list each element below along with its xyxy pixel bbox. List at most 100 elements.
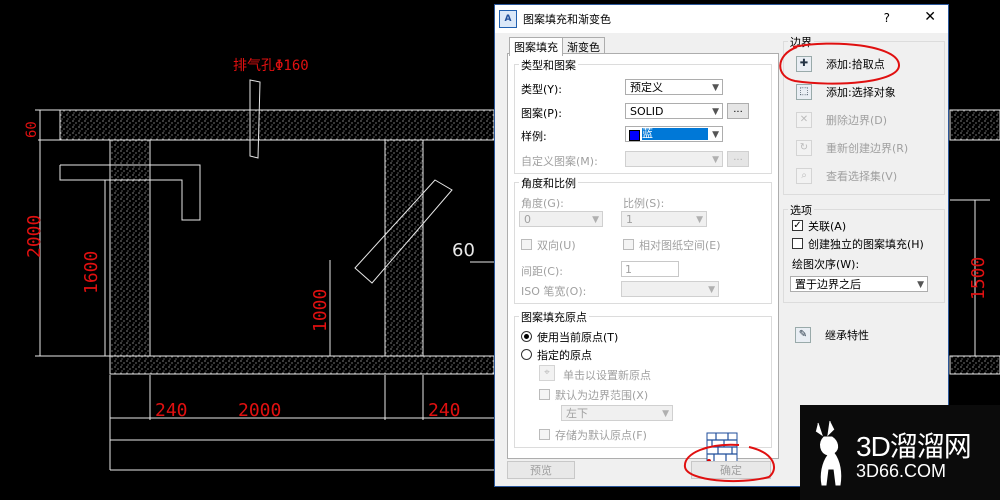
use-current-origin-radio[interactable] <box>521 331 532 342</box>
view-selections-label: 查看选择集(V) <box>826 170 898 183</box>
tab-gradient[interactable]: 渐变色 <box>562 37 605 54</box>
watermark-big-text: 3D溜溜网 <box>856 431 972 462</box>
specified-origin-radio[interactable] <box>521 349 532 360</box>
chevron-down-icon: ▼ <box>917 280 924 290</box>
extent-position-value: 左下 <box>566 407 588 420</box>
cad-dim-2000-left: 2000 <box>24 215 45 258</box>
dialog-titlebar[interactable]: A 图案填充和渐变色 ? ✕ <box>495 5 948 33</box>
angle-scale-group: 角度和比例 角度(G): 0 ▼ 比例(S): 1 ▼ 双向(U) 相对图纸空间… <box>514 175 772 304</box>
draw-order-value: 置于边界之后 <box>795 278 861 291</box>
sample-color-select[interactable]: 蓝 ▼ <box>625 126 723 142</box>
recreate-boundary-button[interactable]: ↻ 重新创建边界(R) <box>796 138 908 158</box>
associative-checkbox[interactable]: ✓ <box>792 220 803 231</box>
annotation-ellipse-ok <box>683 443 775 483</box>
click-set-origin-label: 单击以设置新原点 <box>563 369 651 382</box>
separate-hatches-label: 创建独立的图案填充(H) <box>808 238 924 251</box>
remove-boundary-icon: ✕ <box>796 112 812 128</box>
chevron-down-icon: ▼ <box>592 215 599 225</box>
deer-logo-icon <box>815 420 842 486</box>
cad-label-exhaust: 排气孔Φ160 <box>233 58 309 74</box>
cad-dim-1600: 1600 <box>81 251 102 294</box>
cad-dim-2000-bottom: 2000 <box>238 400 281 421</box>
tab-hatch[interactable]: 图案填充 <box>509 37 563 56</box>
remove-boundaries-button[interactable]: ✕ 删除边界(D) <box>796 110 887 130</box>
close-button[interactable]: ✕ <box>924 9 936 25</box>
iso-pen-select[interactable]: ▼ <box>621 281 719 297</box>
watermark-small-text: 3D66.COM <box>856 461 947 481</box>
paintbrush-icon: ✎ <box>795 327 811 343</box>
cad-dim-1500: 1500 <box>968 257 989 300</box>
chevron-down-icon: ▼ <box>712 107 719 117</box>
dialog-tabs: 图案填充 渐变色 <box>509 37 605 56</box>
chevron-down-icon: ▼ <box>712 130 719 140</box>
hatch-origin-group: 图案填充原点 使用当前原点(T) 指定的原点 ⌖ 单击以设置新原点 默认为边界范… <box>514 309 772 448</box>
annotation-ellipse-pick <box>779 42 901 85</box>
cad-dim-60-diag: 60 <box>452 240 475 261</box>
double-checkbox[interactable] <box>521 239 532 250</box>
chevron-down-icon: ▼ <box>712 83 719 93</box>
scale-label: 比例(S): <box>623 197 665 210</box>
remove-boundaries-label: 删除边界(D) <box>826 114 888 127</box>
sample-label: 样例: <box>521 130 547 143</box>
relative-paper-checkbox[interactable] <box>623 239 634 250</box>
chevron-down-icon: ▼ <box>708 285 715 295</box>
cad-dim-60-left: 60 <box>24 121 40 138</box>
scale-select[interactable]: 1 ▼ <box>621 211 707 227</box>
cad-dim-1000: 1000 <box>310 289 331 332</box>
recreate-boundary-label: 重新创建边界(R) <box>826 142 909 155</box>
use-current-origin-label: 使用当前原点(T) <box>537 331 619 344</box>
chevron-down-icon: ▼ <box>696 215 703 225</box>
extent-position-select[interactable]: 左下 ▼ <box>561 405 673 421</box>
draw-order-label: 绘图次序(W): <box>792 258 860 271</box>
pattern-select-value: SOLID <box>630 105 664 118</box>
blue-swatch <box>629 130 640 141</box>
spacing-label: 间距(C): <box>521 265 563 278</box>
cad-dim-240-a: 240 <box>155 400 188 421</box>
custom-browse-button[interactable]: ... <box>727 151 749 167</box>
store-default-checkbox[interactable] <box>539 429 550 440</box>
type-label: 类型(Y): <box>521 83 563 96</box>
recreate-boundary-icon: ↻ <box>796 140 812 156</box>
pick-origin-icon[interactable]: ⌖ <box>539 365 555 381</box>
angle-scale-group-title: 角度和比例 <box>519 175 578 191</box>
magnifier-icon: ⌕ <box>796 168 812 184</box>
chevron-down-icon: ▼ <box>662 409 669 419</box>
angle-value: 0 <box>524 213 531 226</box>
relative-paper-label: 相对图纸空间(E) <box>639 239 721 252</box>
angle-select[interactable]: 0 ▼ <box>519 211 603 227</box>
type-select-value: 预定义 <box>630 81 663 94</box>
view-selections-button[interactable]: ⌕ 查看选择集(V) <box>796 166 897 186</box>
hatch-tab-panel: 类型和图案 类型(Y): 预定义 ▼ 图案(P): SOLID ▼ ... 样例… <box>507 53 779 464</box>
inherit-properties-button[interactable]: ✎ 继承特性 <box>795 325 869 345</box>
separate-hatches-checkbox[interactable] <box>792 238 803 249</box>
pattern-browse-button[interactable]: ... <box>727 103 749 119</box>
pattern-label: 图案(P): <box>521 107 562 120</box>
custom-pattern-select[interactable]: ▼ <box>625 151 723 167</box>
type-pattern-group-title: 类型和图案 <box>519 57 578 73</box>
iso-pen-label: ISO 笔宽(O): <box>521 285 587 298</box>
default-extent-label: 默认为边界范围(X) <box>555 389 649 402</box>
default-extent-checkbox[interactable] <box>539 389 550 400</box>
inherit-properties-label: 继承特性 <box>825 329 869 342</box>
spacing-input[interactable]: 1 <box>621 261 679 277</box>
preview-button[interactable]: 预览 <box>507 461 575 479</box>
watermark-logo: 3D溜溜网 3D66.COM <box>800 405 1000 500</box>
associative-label: 关联(A) <box>808 220 847 233</box>
double-label: 双向(U) <box>537 239 576 252</box>
type-pattern-group: 类型和图案 类型(Y): 预定义 ▼ 图案(P): SOLID ▼ ... 样例… <box>514 57 772 174</box>
options-group-title: 选项 <box>788 202 814 218</box>
store-default-label: 存储为默认原点(F) <box>555 429 647 442</box>
specified-origin-label: 指定的原点 <box>537 349 592 362</box>
sample-color-value: 蓝 <box>642 128 708 140</box>
autocad-app-icon: A <box>499 10 517 28</box>
draw-order-select[interactable]: 置于边界之后 ▼ <box>790 276 928 292</box>
type-select[interactable]: 预定义 ▼ <box>625 79 723 95</box>
custom-pattern-label: 自定义图案(M): <box>521 155 598 168</box>
pattern-select[interactable]: SOLID ▼ <box>625 103 723 119</box>
cad-dim-240-b: 240 <box>428 400 461 421</box>
hatch-origin-group-title: 图案填充原点 <box>519 309 589 325</box>
scale-value: 1 <box>626 213 633 226</box>
chevron-down-icon: ▼ <box>712 155 719 165</box>
angle-label: 角度(G): <box>521 197 564 210</box>
help-button[interactable]: ? <box>884 11 890 25</box>
